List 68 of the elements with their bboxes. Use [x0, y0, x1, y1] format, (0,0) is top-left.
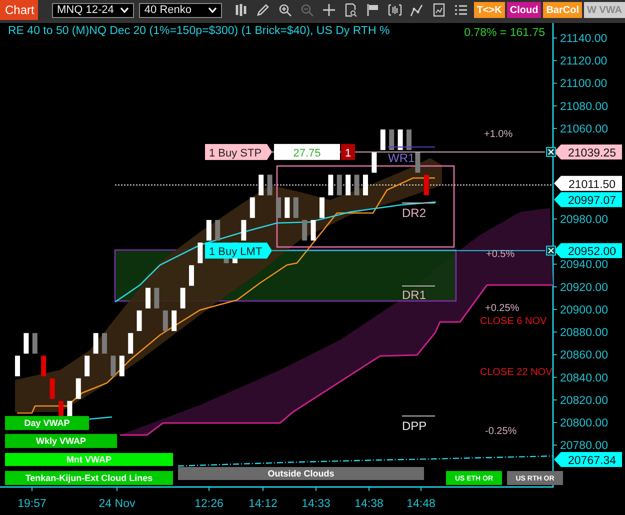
time-axis-label: 12:26: [194, 498, 224, 510]
bars-icon[interactable]: [388, 3, 402, 17]
change-reading: 0.78% = 161.75: [464, 27, 545, 39]
order-quantity: 1: [341, 144, 355, 160]
indicator-label: Tenkan-Kijun-Ext Cloud Lines: [5, 471, 173, 485]
price-badge: 20952.00: [554, 243, 622, 258]
level-label: DPP: [402, 419, 427, 433]
price-axis-label: 20980.00: [560, 214, 608, 226]
level-label: WR1: [388, 151, 415, 165]
time-axis-label: 14:33: [302, 498, 330, 510]
list-icon[interactable]: [454, 3, 468, 17]
price-axis-label: 21140.00: [560, 33, 608, 45]
document-search-icon[interactable]: [344, 3, 358, 17]
level-label: DR2: [402, 206, 426, 220]
chart-label: Chart: [0, 0, 38, 20]
time-axis-label: 19:57: [18, 498, 46, 510]
price-axis-label: 20860.00: [560, 350, 608, 362]
time-axis-label: 14:12: [248, 498, 278, 510]
order-price: 27.75: [274, 144, 340, 160]
line-chart-icon[interactable]: [410, 3, 424, 17]
level-label: +0.5%: [486, 249, 515, 260]
time-axis-label: 14:48: [406, 498, 436, 510]
level-label: +1.0%: [484, 129, 513, 140]
price-axis-label: 20780.00: [560, 440, 608, 452]
indicator-label: Day VWAP: [5, 416, 89, 430]
price-badge: 20997.07: [554, 192, 622, 208]
chart-page-icon[interactable]: [432, 3, 446, 17]
price-axis-label: 20940.00: [560, 259, 608, 272]
level-label: -0.25%: [485, 426, 517, 437]
price-axis-label: 20900.00: [560, 304, 608, 316]
price-axis-label: 20880.00: [560, 327, 608, 340]
price-axis-label: 20920.00: [560, 282, 608, 294]
price-badge: 21011.50: [554, 176, 622, 191]
level-label: +0.25%: [485, 303, 520, 314]
close-icon[interactable]: [546, 246, 556, 256]
caret-icon: [120, 7, 130, 13]
price-badge: 20767.34: [554, 452, 622, 467]
time-axis-label: 24 Nov: [98, 498, 136, 510]
level-line: [402, 202, 436, 204]
order-tag[interactable]: 1 Buy LMT: [205, 242, 272, 259]
order-tag[interactable]: 1 Buy STP: [205, 144, 272, 160]
indicator-label: Mnt VWAP: [5, 453, 173, 466]
bar-chart-icon[interactable]: [234, 3, 248, 17]
price-badge: 21039.25: [554, 144, 622, 160]
price-axis-label: 21080.00: [560, 100, 608, 113]
pencil-icon[interactable]: [256, 3, 270, 17]
level-label: DR1: [402, 288, 426, 302]
price-axis-label: 20820.00: [560, 394, 608, 407]
price-axis-label: 21100.00: [560, 78, 608, 90]
price-axis-label: 20800.00: [560, 418, 608, 430]
crosshair-icon[interactable]: [322, 3, 336, 17]
chart-title: RE 40 to 50 (M)NQ Dec 20 (1%=150p=$300) (1 Brick=$40), US Dy RTH %: [8, 25, 390, 37]
bar-type-dropdown[interactable]: 40 Renko: [139, 2, 222, 18]
price-axis-label: 21060.00: [560, 123, 608, 136]
zoom-in-icon[interactable]: [278, 3, 292, 17]
caret-icon: [208, 7, 217, 13]
level-label: CLOSE 22 NOV: [480, 367, 552, 378]
time-axis-label: 14:38: [354, 498, 384, 510]
toolbar-button[interactable]: Cloud: [506, 2, 542, 18]
instrument-dropdown[interactable]: MNQ 12-24: [52, 2, 134, 18]
close-icon[interactable]: [546, 146, 556, 157]
level-line: [388, 146, 436, 148]
price-axis-label: 21120.00: [560, 56, 608, 68]
indicator-label: Wkly VWAP: [5, 434, 117, 448]
flag-icon[interactable]: [366, 3, 380, 17]
price-axis-label: 20840.00: [560, 372, 608, 384]
level-label: CLOSE 6 NOV: [480, 316, 547, 327]
indicator-label: Outside Clouds: [178, 467, 424, 480]
